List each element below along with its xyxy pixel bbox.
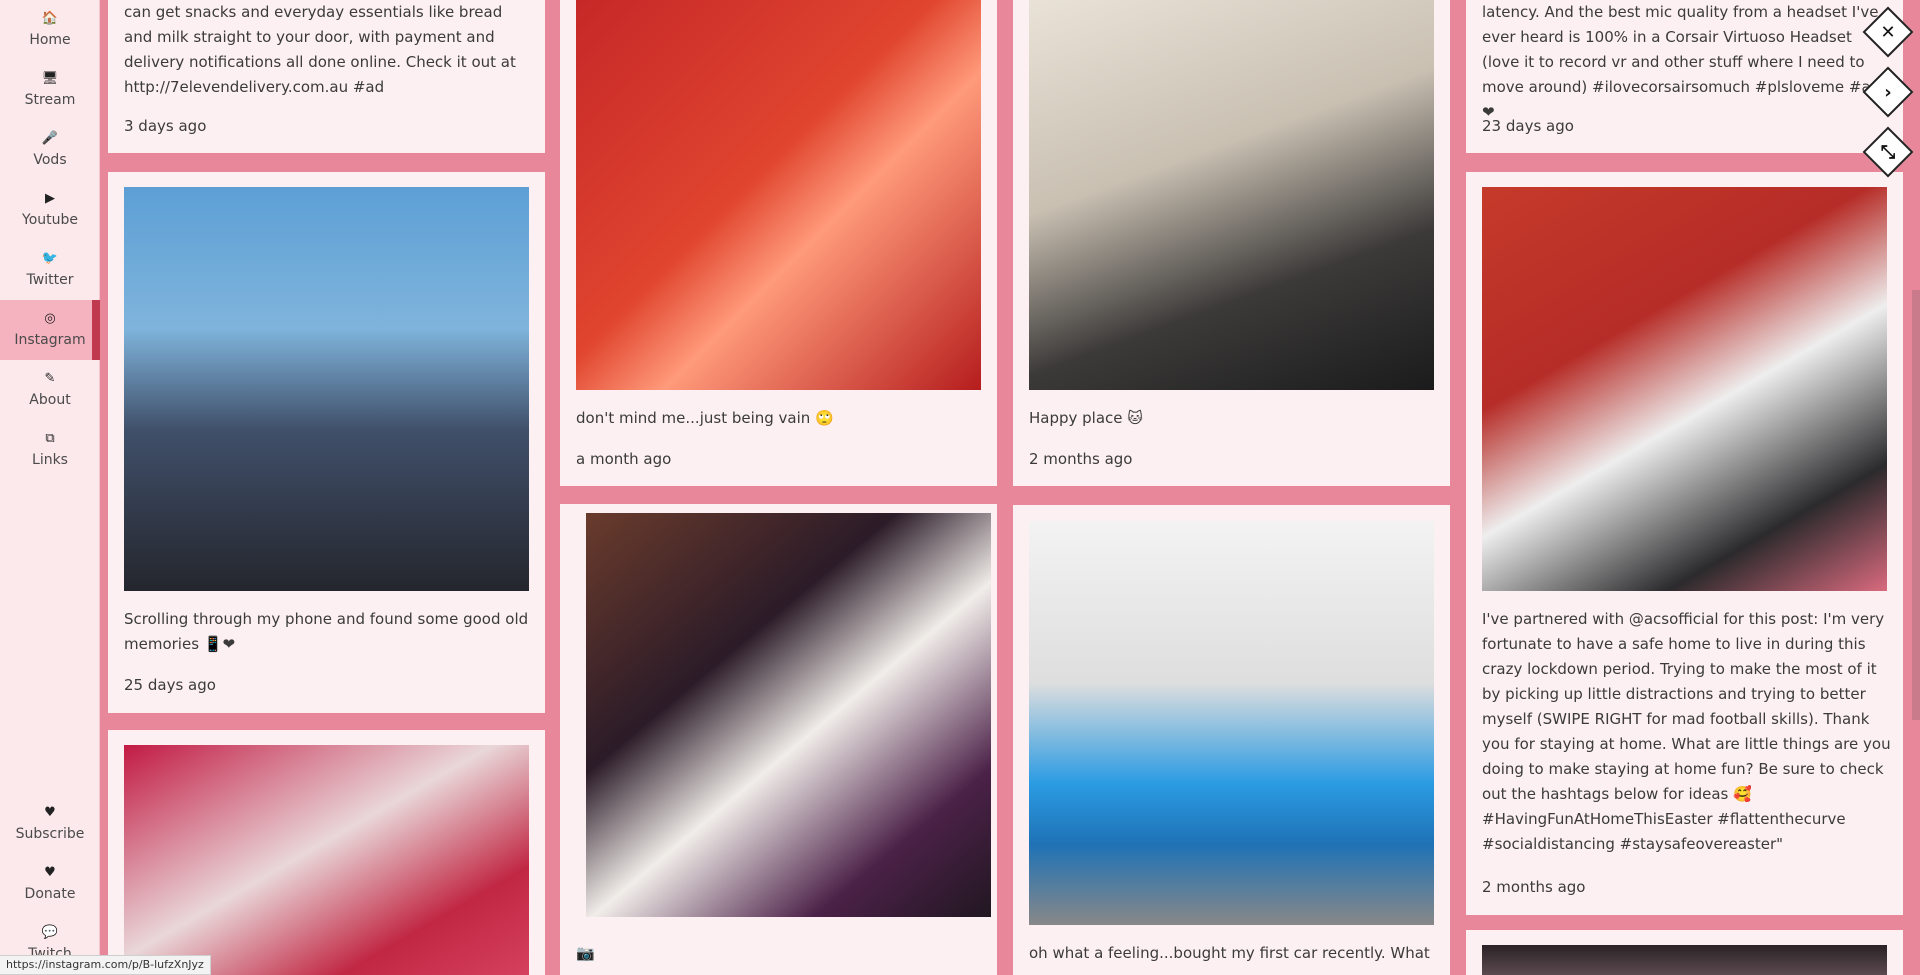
microphone-icon: 🎤 bbox=[41, 131, 59, 146]
sidebar-item-twitter[interactable]: 🐦 Twitter bbox=[0, 240, 100, 300]
status-bar-url: https://instagram.com/p/B-lufzXnJyz bbox=[0, 955, 211, 975]
home-icon: 🏠 bbox=[41, 11, 59, 26]
sidebar-item-links[interactable]: ⧉ Links bbox=[0, 420, 100, 480]
sidebar: 🏠 Home 🖥 Stream 🎤 Vods ▶ Youtube 🐦 Twitt… bbox=[0, 0, 100, 975]
post-card[interactable]: 📷 bbox=[560, 504, 997, 975]
post-photo[interactable] bbox=[124, 187, 529, 591]
twitter-icon: 🐦 bbox=[41, 251, 59, 266]
post-card[interactable]: Happy place 🐱 2 months ago bbox=[1013, 0, 1450, 486]
post-photo[interactable] bbox=[576, 0, 981, 390]
post-photo[interactable] bbox=[1482, 945, 1887, 975]
post-time: 2 months ago bbox=[1482, 878, 1586, 896]
post-card[interactable] bbox=[1466, 930, 1903, 975]
post-time: 3 days ago bbox=[124, 117, 207, 135]
post-card[interactable]: Scrolling through my phone and found som… bbox=[108, 172, 545, 713]
sidebar-item-label: Vods bbox=[33, 152, 67, 168]
post-card[interactable]: latency. And the best mic quality from a… bbox=[1466, 0, 1903, 153]
collapse-icon: ⤡ bbox=[1880, 141, 1896, 163]
post-card[interactable] bbox=[108, 730, 545, 975]
close-icon: ✕ bbox=[1880, 21, 1896, 43]
sidebar-item-label: Home bbox=[29, 32, 71, 48]
post-caption: oh what a feeling...bought my first car … bbox=[1029, 944, 1430, 962]
post-card[interactable]: I've partnered with @acsofficial for thi… bbox=[1466, 172, 1903, 915]
post-time: 25 days ago bbox=[124, 676, 216, 694]
post-caption: I've partnered with @acsofficial for thi… bbox=[1482, 610, 1891, 853]
instagram-icon: ◎ bbox=[44, 311, 56, 326]
chevron-right-icon: › bbox=[1884, 81, 1892, 103]
scrollbar-thumb[interactable] bbox=[1912, 290, 1920, 720]
post-card[interactable]: can get snacks and everyday essentials l… bbox=[108, 0, 545, 153]
post-caption: Scrolling through my phone and found som… bbox=[124, 610, 529, 653]
monitor-icon: 🖥 bbox=[41, 71, 59, 86]
heart-icon: ♥ bbox=[44, 865, 56, 880]
sidebar-item-label: Links bbox=[32, 452, 68, 468]
post-caption: can get snacks and everyday essentials l… bbox=[124, 3, 516, 96]
chat-icon: 💬 bbox=[41, 925, 59, 940]
heart-broken-icon: ♥ bbox=[44, 805, 56, 820]
sidebar-item-label: Donate bbox=[24, 886, 76, 902]
post-time: 2 months ago bbox=[1029, 450, 1133, 468]
sidebar-item-label: About bbox=[29, 392, 71, 408]
sidebar-item-label: Stream bbox=[24, 92, 76, 108]
sidebar-item-donate[interactable]: ♥ Donate bbox=[0, 854, 100, 914]
sidebar-item-label: Subscribe bbox=[15, 826, 85, 842]
sidebar-item-subscribe[interactable]: ♥ Subscribe bbox=[0, 794, 100, 854]
post-caption: 📷 bbox=[576, 944, 595, 962]
post-caption: Happy place 🐱 bbox=[1029, 409, 1143, 427]
post-time: a month ago bbox=[576, 450, 672, 468]
post-card[interactable]: don't mind me...just being vain 🙄 a mont… bbox=[560, 0, 997, 486]
post-photo[interactable] bbox=[1029, 0, 1434, 390]
sidebar-item-stream[interactable]: 🖥 Stream bbox=[0, 60, 100, 120]
edit-icon: ✎ bbox=[44, 371, 56, 386]
post-photo[interactable] bbox=[586, 513, 991, 917]
post-photo[interactable] bbox=[124, 745, 529, 975]
external-link-icon: ⧉ bbox=[45, 431, 55, 446]
youtube-icon: ▶ bbox=[45, 191, 55, 206]
sidebar-item-vods[interactable]: 🎤 Vods bbox=[0, 120, 100, 180]
sidebar-item-label: Instagram bbox=[14, 332, 86, 348]
post-caption: don't mind me...just being vain 🙄 bbox=[576, 409, 834, 427]
post-photo[interactable] bbox=[1482, 187, 1887, 591]
sidebar-item-youtube[interactable]: ▶ Youtube bbox=[0, 180, 100, 240]
sidebar-item-instagram[interactable]: ◎ Instagram bbox=[0, 300, 100, 360]
post-photo[interactable] bbox=[1029, 521, 1434, 925]
sidebar-item-home[interactable]: 🏠 Home bbox=[0, 0, 100, 60]
sidebar-item-about[interactable]: ✎ About bbox=[0, 360, 100, 420]
post-time: 23 days ago bbox=[1482, 117, 1574, 135]
post-card[interactable]: oh what a feeling...bought my first car … bbox=[1013, 505, 1450, 975]
sidebar-item-label: Twitter bbox=[26, 272, 74, 288]
sidebar-item-label: Youtube bbox=[22, 212, 78, 228]
post-caption: latency. And the best mic quality from a… bbox=[1482, 3, 1881, 121]
